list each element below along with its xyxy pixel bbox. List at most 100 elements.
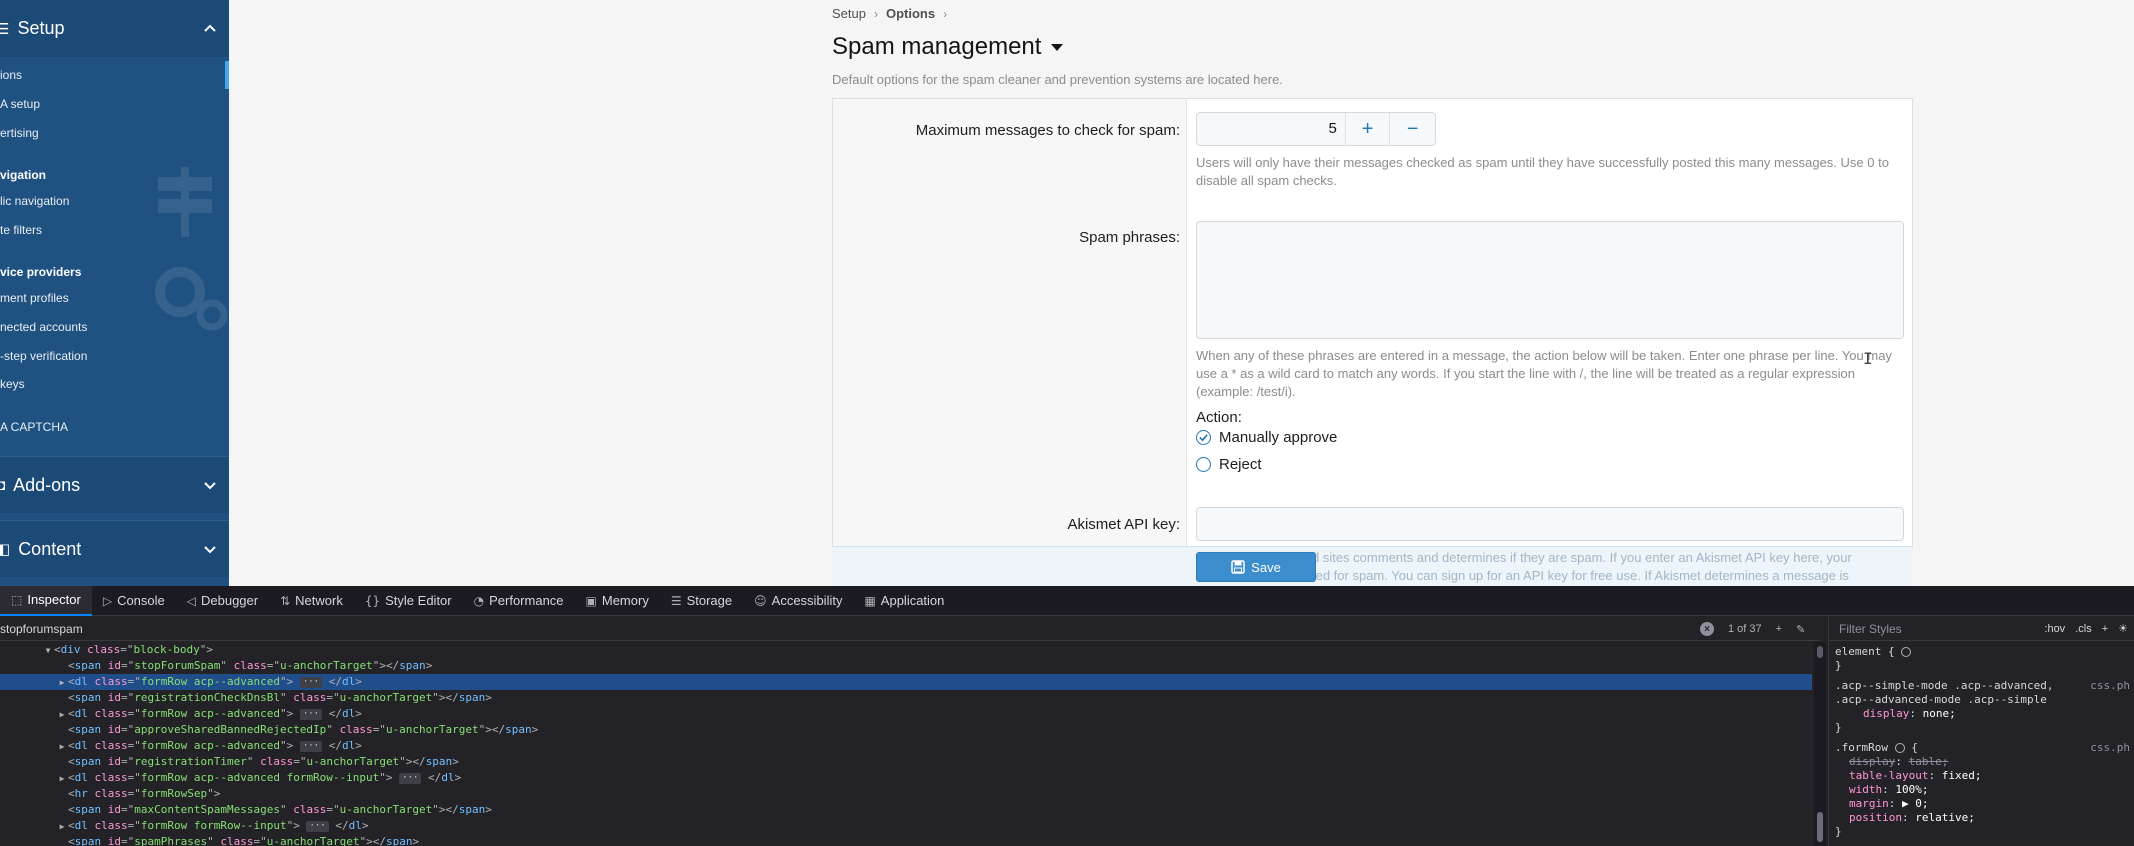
- markup-node[interactable]: <span id="stopForumSpam" class="u-anchor…: [0, 658, 1812, 674]
- markup-node[interactable]: ▶ <dl class="formRow acp--advanced formRo…: [0, 770, 1812, 786]
- tab-style-editor[interactable]: {} Style Editor: [354, 586, 463, 616]
- collapsed-children-badge: ···: [399, 772, 422, 784]
- sidebar-section-content[interactable]: ◧ Content: [0, 520, 229, 577]
- tab-debugger[interactable]: ◁ Debugger: [176, 586, 269, 616]
- sidebar-item-two-step-verification[interactable]: -step verification: [0, 345, 87, 367]
- tab-label: Style Editor: [385, 593, 452, 608]
- tab-application[interactable]: ▦ Application: [853, 586, 955, 616]
- increment-button[interactable]: +: [1346, 113, 1391, 145]
- markup-node[interactable]: ▶ <dl class="formRow acp--advanced"> ··· …: [0, 674, 1812, 690]
- chevron-down-icon[interactable]: [203, 542, 217, 556]
- markup-node[interactable]: <hr class="formRowSep">: [0, 786, 1812, 802]
- css-declaration[interactable]: margin: ▶ 0;: [1835, 797, 2126, 811]
- filter-styles-input[interactable]: Filter Styles: [1839, 622, 1902, 636]
- css-declaration[interactable]: width: 100%;: [1835, 783, 2126, 797]
- expand-twisty-icon: ▶: [59, 774, 65, 783]
- hov-toggle[interactable]: :hov: [2044, 623, 2065, 635]
- css-declaration[interactable]: table-layout: fixed;: [1835, 769, 2126, 783]
- markup-node[interactable]: ▶ <dl class="formRow formRow--input"> ···…: [0, 818, 1812, 834]
- clear-search-icon[interactable]: ×: [1700, 622, 1714, 636]
- css-property: display: [1849, 755, 1896, 768]
- max-messages-hint: Users will only have their messages chec…: [1196, 155, 1889, 188]
- markup-node[interactable]: ▶ <dl class="formRow acp--advanced"> ··· …: [0, 738, 1812, 754]
- unchecked-radio-icon[interactable]: [1196, 457, 1211, 472]
- css-value: ▶ 0;: [1902, 797, 1929, 810]
- markup-punct: <: [68, 835, 75, 846]
- tab-inspector[interactable]: ⬚ Inspector: [0, 586, 92, 616]
- markup-punct: >: [361, 819, 369, 832]
- css-declaration[interactable]: display: table;: [1835, 755, 2126, 769]
- save-button[interactable]: Save: [1196, 552, 1316, 582]
- sidebar-item-advertising[interactable]: ertising: [0, 122, 39, 144]
- markup-tag-name: span: [458, 691, 486, 704]
- rule-source[interactable]: css.ph: [2090, 679, 2130, 693]
- tab-performance[interactable]: ◔ Performance: [463, 586, 575, 616]
- sidebar-item-route-filters[interactable]: te filters: [0, 219, 42, 241]
- add-node-icon[interactable]: +: [1776, 623, 1782, 635]
- markup-node[interactable]: <span id="registrationCheckDnsBl" class=…: [0, 690, 1812, 706]
- hint-line: d sites comments and determines if they …: [1312, 550, 1852, 565]
- markup-punct: >: [438, 803, 446, 816]
- markup-node[interactable]: <span id="spamPhrases" class="u-anchorTa…: [0, 834, 1812, 846]
- sidebar-section-addons[interactable]: ◘ Add-ons: [0, 456, 229, 513]
- filter-styles-bar: Filter Styles :hov .cls + ☀: [1829, 617, 2134, 641]
- eyedropper-icon[interactable]: ✎: [1796, 623, 1805, 636]
- sidebar-item-public-navigation[interactable]: lic navigation: [0, 190, 69, 212]
- markup-punct: =": [127, 675, 141, 688]
- css-property: width: [1849, 783, 1883, 796]
- markup-punct: ": [432, 803, 439, 816]
- cls-toggle[interactable]: .cls: [2075, 623, 2092, 635]
- markup-node[interactable]: <span id="registrationTimer" class="u-an…: [0, 754, 1812, 770]
- scroll-up[interactable]: [1817, 646, 1823, 658]
- decrement-button[interactable]: −: [1390, 113, 1435, 145]
- tab-storage[interactable]: ☰ Storage: [660, 586, 743, 616]
- sidebar-item-payment-profiles[interactable]: ment profiles: [0, 287, 69, 309]
- chevron-up-icon[interactable]: [203, 22, 217, 36]
- markup-punct: <: [68, 819, 75, 832]
- breadcrumb-options-link[interactable]: Options: [886, 6, 935, 21]
- sidebar-item-api-keys[interactable]: keys: [0, 373, 25, 395]
- scroll-thumb[interactable]: [1817, 812, 1823, 842]
- tab-accessibility[interactable]: ☺ Accessibility: [743, 586, 853, 616]
- markup-punct: <: [54, 643, 61, 656]
- tab-console[interactable]: ▷ Console: [92, 586, 176, 616]
- markup-punct: =": [127, 819, 141, 832]
- checked-radio-icon[interactable]: [1196, 430, 1211, 445]
- light-mode-icon[interactable]: ☀: [2118, 622, 2128, 635]
- tab-memory[interactable]: ▣ Memory: [575, 586, 660, 616]
- markup-node[interactable]: <span id="approveSharedBannedRejectedIp"…: [0, 722, 1812, 738]
- radio-reject[interactable]: Reject: [1196, 456, 1262, 473]
- spam-phrases-textarea[interactable]: [1196, 221, 1904, 339]
- markup-node[interactable]: <span id="maxContentSpamMessages" class=…: [0, 802, 1812, 818]
- css-declaration[interactable]: display: none;: [1849, 707, 2126, 721]
- css-declaration[interactable]: position: relative;: [1835, 811, 2126, 825]
- markup-node[interactable]: ▶ <dl class="formRow acp--advanced"> ··· …: [0, 706, 1812, 722]
- sidebar-item-captcha-setup[interactable]: A setup: [0, 93, 40, 115]
- add-rule-icon[interactable]: +: [2102, 623, 2108, 635]
- save-icon: [1231, 560, 1245, 574]
- tab-label: Debugger: [201, 593, 259, 608]
- radio-manually-approve[interactable]: Manually approve: [1196, 429, 1337, 446]
- markup-search-input[interactable]: stopforumspam: [0, 617, 1820, 641]
- page-title[interactable]: Spam management: [832, 33, 1065, 61]
- max-messages-input[interactable]: 5: [1197, 113, 1346, 145]
- tab-network[interactable]: ⇅ Network: [269, 586, 354, 616]
- markup-scrollbar[interactable]: [1814, 642, 1826, 846]
- gear-icon[interactable]: [1901, 647, 1912, 657]
- sidebar-item-options[interactable]: ions: [0, 64, 229, 86]
- caret-down-icon[interactable]: [1049, 39, 1065, 55]
- akismet-api-key-input[interactable]: [1196, 507, 1904, 541]
- sidebar-section-setup[interactable]: ☰ Setup: [0, 0, 229, 57]
- expand-twisty-icon: ▶: [59, 678, 65, 687]
- chevron-down-icon[interactable]: [203, 478, 217, 492]
- markup-node[interactable]: ▼ <div class="block-body">: [0, 642, 1812, 658]
- rule-source[interactable]: css.ph: [2090, 741, 2130, 755]
- sidebar-item-captcha[interactable]: A CAPTCHA: [0, 416, 68, 438]
- breadcrumb-setup-link[interactable]: Setup: [832, 6, 866, 21]
- devtools-panel: ⬚ Inspector ▷ Console ◁ Debugger ⇅ Network {…: [0, 586, 2134, 846]
- markup-punct: ": [279, 675, 287, 688]
- markup-punct: </: [445, 691, 459, 704]
- sidebar-item-connected-accounts[interactable]: nected accounts: [0, 316, 87, 338]
- gear-icon[interactable]: [1894, 743, 1905, 753]
- max-messages-stepper[interactable]: 5 + −: [1196, 112, 1436, 146]
